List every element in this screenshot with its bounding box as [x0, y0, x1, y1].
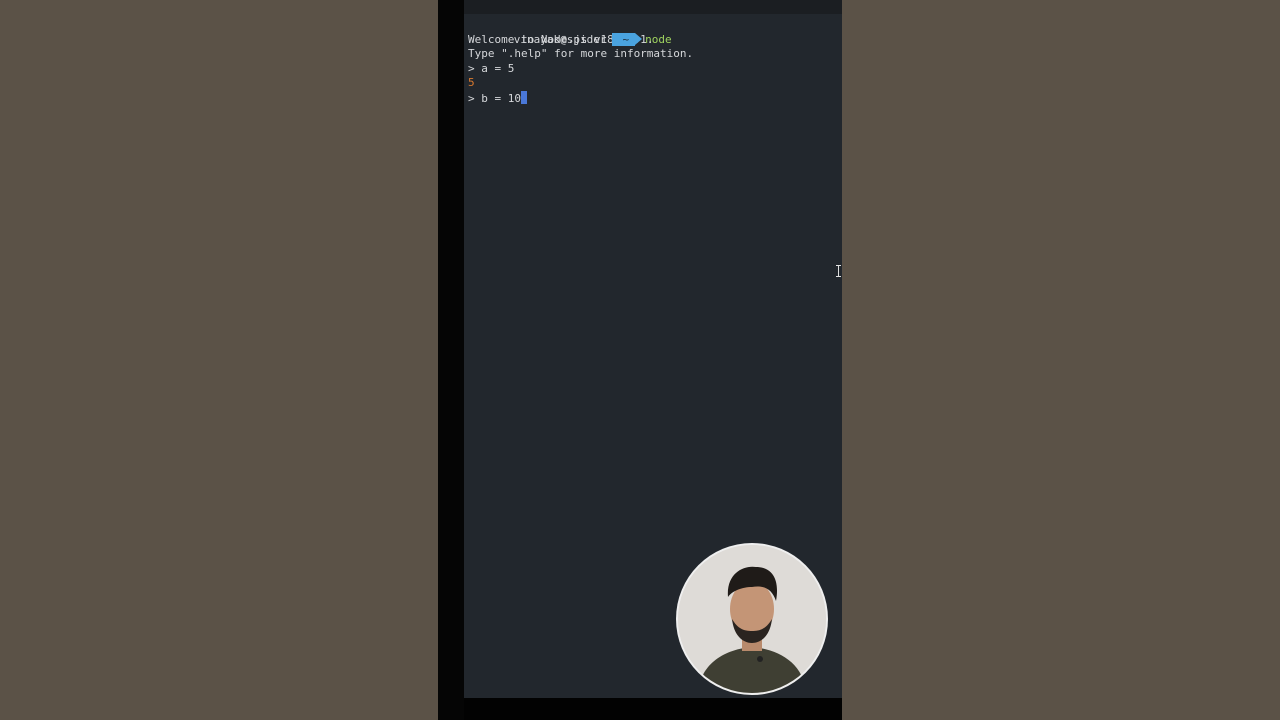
- prompt-line: vinayak@spider ~ node: [468, 18, 842, 46]
- bottom-border: [464, 698, 842, 720]
- repl-current-input: > b = 10: [468, 91, 521, 105]
- repl-current-input-line[interactable]: > b = 10: [468, 90, 842, 106]
- repl-output-value: 5: [468, 76, 475, 89]
- repl-input-line: > a = 5: [468, 61, 515, 75]
- text-cursor: [520, 90, 527, 104]
- left-border: [438, 0, 464, 720]
- terminal-title-bar: [464, 0, 842, 14]
- webcam-overlay: [678, 545, 826, 693]
- output-line-help: Type ".help" for more information.: [468, 47, 694, 60]
- text-ibeam-cursor-icon: [836, 265, 841, 277]
- prompt-directory: ~: [612, 32, 642, 46]
